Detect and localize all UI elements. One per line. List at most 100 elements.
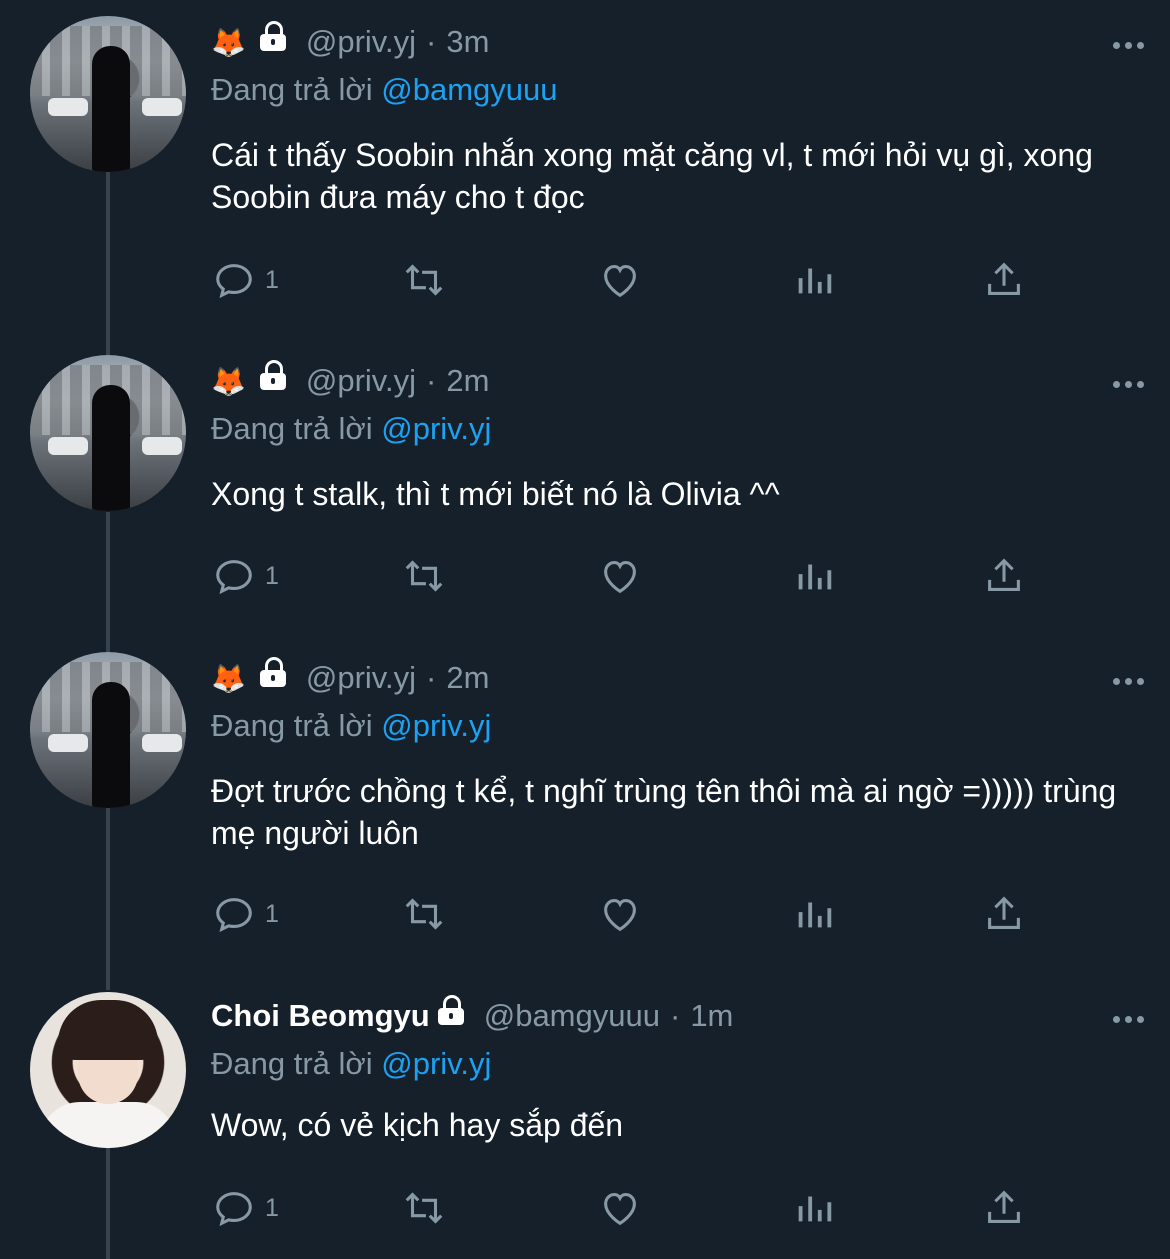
handle[interactable]: @priv.yj bbox=[306, 24, 416, 60]
heart-icon bbox=[604, 1193, 636, 1226]
separator: · bbox=[426, 363, 437, 398]
reply-button[interactable]: 1 bbox=[211, 890, 279, 938]
share-button[interactable] bbox=[981, 1184, 1027, 1232]
replying-to: Đang trả lời @bamgyuuu bbox=[211, 72, 558, 108]
heart-icon bbox=[604, 561, 636, 594]
display-name[interactable]: Choi Beomgyu bbox=[211, 998, 430, 1034]
retweet-icon bbox=[405, 560, 443, 592]
avatar[interactable] bbox=[30, 355, 186, 511]
timestamp[interactable]: 1m bbox=[690, 998, 733, 1034]
reply-icon bbox=[216, 560, 252, 595]
avatar[interactable] bbox=[30, 992, 186, 1148]
lock-icon bbox=[437, 995, 464, 1025]
more-icon[interactable] bbox=[1113, 381, 1144, 388]
retweet-button[interactable] bbox=[401, 1184, 447, 1232]
fox-emoji: 🦊 bbox=[211, 365, 246, 397]
more-icon[interactable] bbox=[1113, 678, 1144, 685]
retweet-icon bbox=[405, 1192, 443, 1224]
avatar[interactable] bbox=[30, 16, 186, 172]
retweet-icon bbox=[405, 264, 443, 296]
analytics-button[interactable] bbox=[791, 890, 837, 938]
reply-icon bbox=[216, 1192, 252, 1227]
tweet-text: Xong t stalk, thì t mới biết nó là Olivi… bbox=[211, 476, 780, 512]
separator: · bbox=[426, 660, 437, 695]
analytics-button[interactable] bbox=[791, 552, 837, 600]
lock-icon bbox=[259, 360, 286, 390]
mention-link[interactable]: @priv.yj bbox=[381, 411, 491, 446]
avatar[interactable] bbox=[30, 652, 186, 808]
share-button[interactable] bbox=[981, 552, 1027, 600]
share-button[interactable] bbox=[981, 890, 1027, 938]
tweet[interactable]: 🦊 @priv.yj · 3m Đang trả lời @bamgyuuu C… bbox=[0, 0, 1170, 340]
more-icon[interactable] bbox=[1113, 42, 1144, 49]
like-button[interactable] bbox=[597, 256, 643, 304]
action-bar: 1 bbox=[211, 552, 1111, 600]
timestamp[interactable]: 2m bbox=[446, 363, 489, 399]
reply-button[interactable]: 1 bbox=[211, 1184, 279, 1232]
reply-count: 1 bbox=[265, 561, 279, 590]
reply-button[interactable]: 1 bbox=[211, 256, 279, 304]
share-button[interactable] bbox=[981, 256, 1027, 304]
handle[interactable]: @priv.yj bbox=[306, 363, 416, 399]
share-icon bbox=[988, 896, 1020, 929]
tweet[interactable]: Choi Beomgyu @bamgyuuu · 1m Đang trả lời… bbox=[0, 974, 1170, 1259]
reply-count: 1 bbox=[265, 899, 279, 928]
analytics-icon bbox=[798, 1196, 832, 1222]
reply-count: 1 bbox=[265, 265, 279, 294]
retweet-button[interactable] bbox=[401, 256, 447, 304]
lock-icon bbox=[259, 21, 286, 51]
fox-emoji: 🦊 bbox=[211, 26, 246, 58]
mention-link[interactable]: @priv.yj bbox=[381, 708, 491, 743]
timestamp[interactable]: 2m bbox=[446, 660, 489, 696]
share-icon bbox=[988, 262, 1020, 295]
handle[interactable]: @bamgyuuu bbox=[484, 998, 660, 1034]
tweet[interactable]: 🦊 @priv.yj · 2m Đang trả lời @priv.yj Xo… bbox=[0, 339, 1170, 636]
tweet-text: Cái t thấy Soobin nhắn xong mặt căng vl,… bbox=[211, 137, 1093, 215]
share-icon bbox=[988, 558, 1020, 591]
action-bar: 1 bbox=[211, 890, 1111, 938]
tweet-header: 🦊 @priv.yj · 2m bbox=[211, 360, 489, 399]
replying-label: Đang trả lời bbox=[211, 708, 373, 743]
action-bar: 1 bbox=[211, 256, 1111, 304]
more-icon[interactable] bbox=[1113, 1016, 1144, 1023]
retweet-button[interactable] bbox=[401, 552, 447, 600]
analytics-button[interactable] bbox=[791, 1184, 837, 1232]
retweet-button[interactable] bbox=[401, 890, 447, 938]
separator: · bbox=[426, 24, 437, 59]
analytics-icon bbox=[798, 564, 832, 590]
like-button[interactable] bbox=[597, 552, 643, 600]
tweet[interactable]: 🦊 @priv.yj · 2m Đang trả lời @priv.yj Đợ… bbox=[0, 636, 1170, 974]
timestamp[interactable]: 3m bbox=[446, 24, 489, 60]
retweet-icon bbox=[405, 898, 443, 930]
reply-count: 1 bbox=[265, 1193, 279, 1222]
mention-link[interactable]: @priv.yj bbox=[381, 1046, 491, 1081]
separator: · bbox=[669, 998, 681, 1033]
replying-label: Đang trả lời bbox=[211, 411, 373, 446]
analytics-button[interactable] bbox=[791, 256, 837, 304]
share-icon bbox=[988, 1190, 1020, 1223]
lock-icon bbox=[259, 657, 286, 687]
replying-label: Đang trả lời bbox=[211, 72, 373, 107]
tweet-header: Choi Beomgyu @bamgyuuu · 1m bbox=[211, 995, 733, 1034]
tweet-header: 🦊 @priv.yj · 3m bbox=[211, 21, 489, 60]
reply-icon bbox=[216, 898, 252, 933]
replying-to: Đang trả lời @priv.yj bbox=[211, 708, 491, 744]
replying-to: Đang trả lời @priv.yj bbox=[211, 411, 491, 447]
analytics-icon bbox=[798, 902, 832, 928]
replying-label: Đang trả lời bbox=[211, 1046, 373, 1081]
replying-to: Đang trả lời @priv.yj bbox=[211, 1046, 491, 1082]
analytics-icon bbox=[798, 268, 832, 294]
like-button[interactable] bbox=[597, 1184, 643, 1232]
heart-icon bbox=[604, 899, 636, 932]
like-button[interactable] bbox=[597, 890, 643, 938]
heart-icon bbox=[604, 265, 636, 298]
tweet-text: Đợt trước chồng t kể, t nghĩ trùng tên t… bbox=[211, 773, 1117, 851]
handle[interactable]: @priv.yj bbox=[306, 660, 416, 696]
tweet-text: Wow, có vẻ kịch hay sắp đến bbox=[211, 1107, 624, 1143]
mention-link[interactable]: @bamgyuuu bbox=[381, 72, 557, 107]
reply-icon bbox=[216, 264, 252, 299]
tweet-header: 🦊 @priv.yj · 2m bbox=[211, 657, 489, 696]
fox-emoji: 🦊 bbox=[211, 662, 246, 694]
action-bar: 1 bbox=[211, 1184, 1111, 1232]
reply-button[interactable]: 1 bbox=[211, 552, 279, 600]
